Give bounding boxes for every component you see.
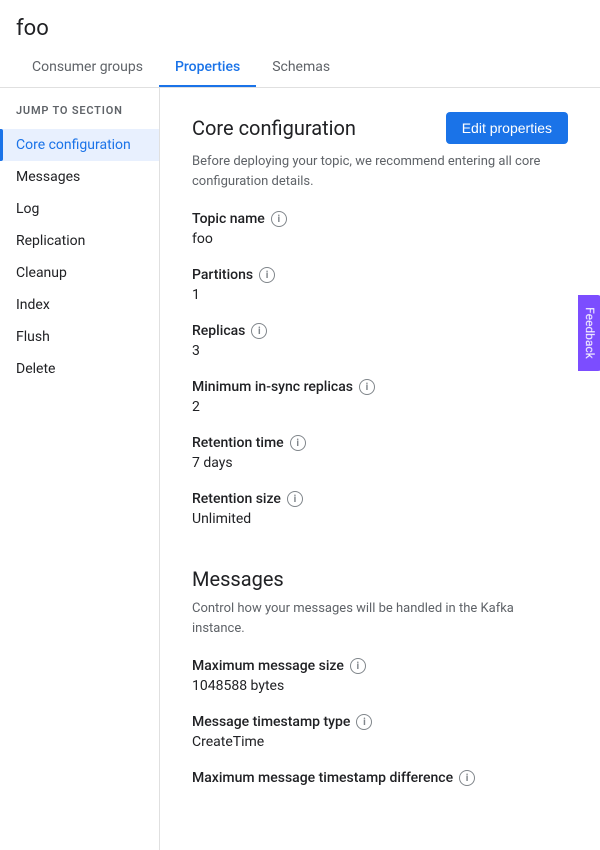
sidebar-item-replication[interactable]: Replication xyxy=(0,225,159,257)
partitions-label: Partitions i xyxy=(192,267,568,283)
main-layout: JUMP TO SECTION Core configuration Messa… xyxy=(0,88,600,850)
sidebar-item-delete[interactable]: Delete xyxy=(0,353,159,385)
partitions-info-icon[interactable]: i xyxy=(259,267,275,283)
messages-title: Messages xyxy=(192,567,284,591)
messages-header: Messages xyxy=(192,567,568,591)
sidebar: JUMP TO SECTION Core configuration Messa… xyxy=(0,88,160,850)
message-timestamp-type-info-icon[interactable]: i xyxy=(356,714,372,730)
messages-description: Control how your messages will be handle… xyxy=(192,599,568,638)
core-config-title: Core configuration xyxy=(192,116,356,140)
min-insync-replicas-value: 2 xyxy=(192,399,568,415)
retention-size-field: Retention size i Unlimited xyxy=(192,491,568,527)
max-message-timestamp-diff-label: Maximum message timestamp difference i xyxy=(192,770,568,786)
sidebar-label-flush: Flush xyxy=(16,329,50,345)
min-insync-replicas-field: Minimum in-sync replicas i 2 xyxy=(192,379,568,415)
message-timestamp-type-label: Message timestamp type i xyxy=(192,714,568,730)
retention-size-info-icon[interactable]: i xyxy=(287,491,303,507)
partitions-field: Partitions i 1 xyxy=(192,267,568,303)
sidebar-label-index: Index xyxy=(16,297,50,313)
core-config-header: Core configuration Edit properties xyxy=(192,112,568,144)
sidebar-item-messages[interactable]: Messages xyxy=(0,161,159,193)
sidebar-heading: JUMP TO SECTION xyxy=(0,104,159,129)
tab-properties[interactable]: Properties xyxy=(159,49,256,87)
sidebar-item-core-configuration[interactable]: Core configuration xyxy=(0,129,159,161)
sidebar-item-cleanup[interactable]: Cleanup xyxy=(0,257,159,289)
max-message-timestamp-diff-field: Maximum message timestamp difference i xyxy=(192,770,568,786)
tab-schemas[interactable]: Schemas xyxy=(256,49,346,87)
topic-name-label: Topic name i xyxy=(192,211,568,227)
sidebar-label-delete: Delete xyxy=(16,361,55,377)
message-timestamp-type-field: Message timestamp type i CreateTime xyxy=(192,714,568,750)
retention-time-label: Retention time i xyxy=(192,435,568,451)
message-timestamp-type-value: CreateTime xyxy=(192,734,568,750)
replicas-field: Replicas i 3 xyxy=(192,323,568,359)
retention-time-info-icon[interactable]: i xyxy=(290,435,306,451)
replicas-label: Replicas i xyxy=(192,323,568,339)
sidebar-label-log: Log xyxy=(16,201,39,217)
sidebar-label-replication: Replication xyxy=(16,233,85,249)
max-message-size-label: Maximum message size i xyxy=(192,658,568,674)
replicas-value: 3 xyxy=(192,343,568,359)
feedback-tab[interactable]: Feedback xyxy=(578,295,600,371)
tab-bar: Consumer groups Properties Schemas xyxy=(16,49,584,87)
topic-name-info-icon[interactable]: i xyxy=(271,211,287,227)
core-config-description: Before deploying your topic, we recommen… xyxy=(192,152,568,191)
sidebar-item-log[interactable]: Log xyxy=(0,193,159,225)
sidebar-label-cleanup: Cleanup xyxy=(16,265,67,281)
max-message-size-value: 1048588 bytes xyxy=(192,678,568,694)
retention-size-value: Unlimited xyxy=(192,511,568,527)
top-bar: foo Consumer groups Properties Schemas xyxy=(0,0,600,88)
max-message-size-field: Maximum message size i 1048588 bytes xyxy=(192,658,568,694)
topic-name-field: Topic name i foo xyxy=(192,211,568,247)
sidebar-label-core-configuration: Core configuration xyxy=(16,137,131,153)
replicas-info-icon[interactable]: i xyxy=(251,323,267,339)
sidebar-label-messages: Messages xyxy=(16,169,80,185)
max-message-timestamp-diff-info-icon[interactable]: i xyxy=(459,770,475,786)
tab-consumer-groups[interactable]: Consumer groups xyxy=(16,49,159,87)
sidebar-item-index[interactable]: Index xyxy=(0,289,159,321)
min-insync-replicas-info-icon[interactable]: i xyxy=(359,379,375,395)
topic-name-value: foo xyxy=(192,231,568,247)
page-title: foo xyxy=(16,8,584,45)
sidebar-item-flush[interactable]: Flush xyxy=(0,321,159,353)
core-configuration-section: Core configuration Edit properties Befor… xyxy=(192,112,568,527)
min-insync-replicas-label: Minimum in-sync replicas i xyxy=(192,379,568,395)
partitions-value: 1 xyxy=(192,287,568,303)
messages-section: Messages Control how your messages will … xyxy=(192,567,568,786)
edit-properties-button[interactable]: Edit properties xyxy=(446,112,568,144)
retention-time-value: 7 days xyxy=(192,455,568,471)
content-area: Core configuration Edit properties Befor… xyxy=(160,88,600,850)
retention-time-field: Retention time i 7 days xyxy=(192,435,568,471)
retention-size-label: Retention size i xyxy=(192,491,568,507)
max-message-size-info-icon[interactable]: i xyxy=(350,658,366,674)
